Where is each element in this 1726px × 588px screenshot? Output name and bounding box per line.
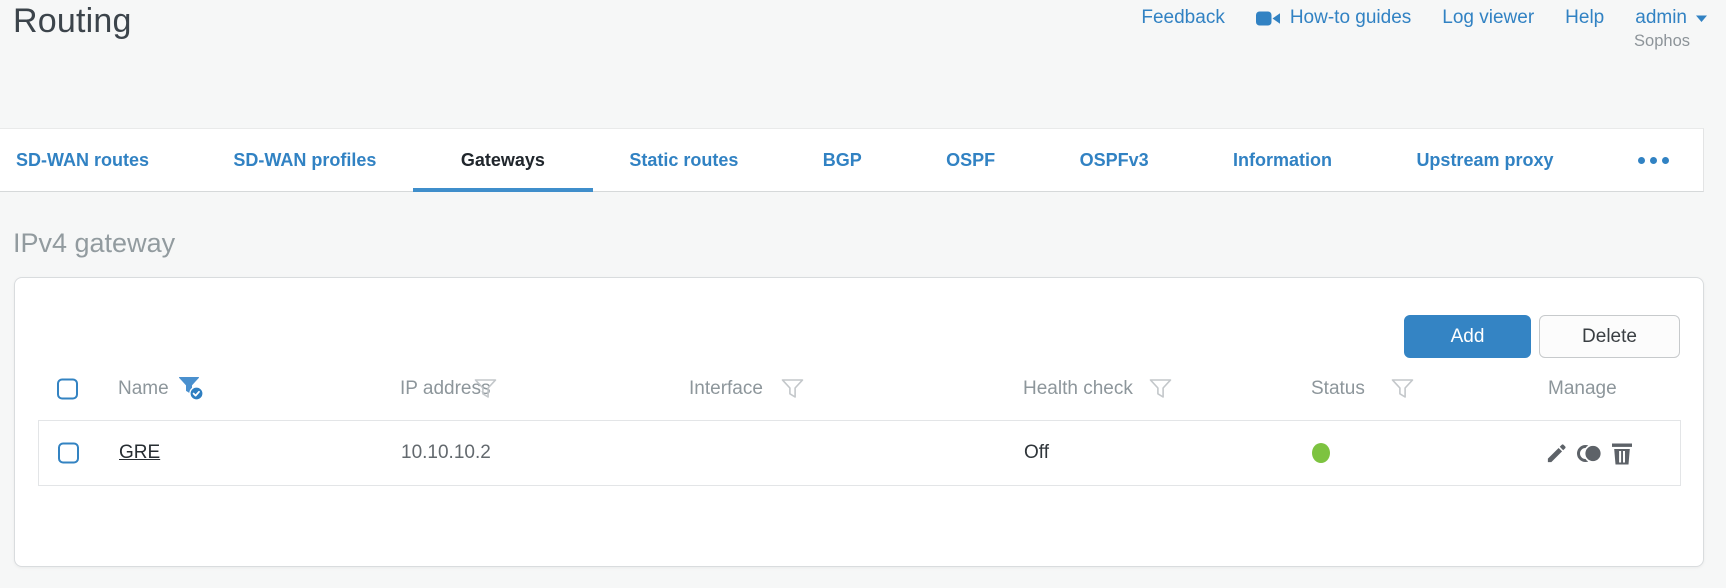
column-header-status: Status — [1311, 378, 1365, 399]
tab-sdwan-profiles[interactable]: SD-WAN profiles — [233, 129, 376, 191]
table-row: GRE 10.10.10.2 Off — [38, 420, 1681, 486]
clone-icon[interactable] — [1576, 442, 1603, 465]
delete-icon[interactable] — [1611, 441, 1633, 465]
row-checkbox[interactable] — [58, 442, 79, 464]
brand-label: Sophos — [1634, 32, 1690, 50]
howto-guides-label: How-to guides — [1289, 7, 1412, 28]
column-header-health-check: Health check — [1023, 378, 1133, 399]
feedback-link-label: Feedback — [1141, 7, 1225, 28]
select-all-checkbox[interactable] — [57, 378, 78, 400]
section-heading: IPv4 gateway — [13, 228, 176, 258]
tab-ospf[interactable]: OSPF — [946, 129, 995, 191]
admin-user-label: admin — [1635, 7, 1687, 28]
column-header-interface: Interface — [689, 378, 763, 399]
delete-button[interactable]: Delete — [1539, 315, 1680, 358]
column-header-manage: Manage — [1548, 378, 1617, 399]
filter-icon[interactable] — [781, 379, 805, 400]
column-header-name: Name — [118, 378, 169, 399]
more-tabs-button[interactable] — [1637, 129, 1669, 191]
gateway-ip-value: 10.10.10.2 — [401, 442, 491, 463]
gateway-name-link[interactable]: GRE — [119, 442, 160, 464]
tab-upstream-proxy[interactable]: Upstream proxy — [1416, 129, 1553, 191]
health-check-value: Off — [1024, 442, 1049, 463]
ipv4-gateway-card: Add Delete Name IP address Interface Hea… — [14, 277, 1704, 567]
help-link[interactable]: Help — [1565, 7, 1604, 29]
howto-guides-link[interactable]: How-to guides — [1255, 7, 1412, 29]
admin-user-menu[interactable]: admin — [1635, 7, 1708, 29]
filter-active-icon[interactable] — [178, 376, 206, 402]
filter-icon[interactable] — [474, 379, 498, 400]
chevron-down-icon — [1695, 14, 1708, 23]
page-title: Routing — [13, 2, 132, 40]
video-camera-icon — [1255, 10, 1281, 27]
tab-gateways[interactable]: Gateways — [412, 129, 594, 192]
top-navigation: Feedback How-to guides Log viewer Help a… — [1141, 7, 1708, 29]
filter-icon[interactable] — [1391, 379, 1415, 400]
tab-bar: SD-WAN routes SD-WAN profiles Gateways S… — [0, 128, 1704, 192]
log-viewer-link[interactable]: Log viewer — [1442, 7, 1534, 29]
filter-icon[interactable] — [1149, 379, 1173, 400]
tab-bgp[interactable]: BGP — [823, 129, 862, 191]
tab-sdwan-routes[interactable]: SD-WAN routes — [16, 129, 149, 191]
feedback-link[interactable]: Feedback — [1141, 7, 1224, 29]
tab-ospfv3[interactable]: OSPFv3 — [1080, 129, 1149, 191]
help-label: Help — [1565, 7, 1605, 28]
status-up-indicator — [1312, 443, 1330, 463]
table-header: Name IP address Interface Health check S… — [38, 358, 1681, 420]
edit-icon[interactable] — [1545, 442, 1568, 465]
tab-static-routes[interactable]: Static routes — [629, 129, 738, 191]
routing-page: Routing Feedback How-to guides Log viewe… — [0, 0, 1726, 588]
manage-actions — [1545, 441, 1633, 465]
add-button[interactable]: Add — [1404, 315, 1531, 358]
log-viewer-label: Log viewer — [1442, 7, 1535, 28]
tab-information[interactable]: Information — [1233, 129, 1332, 191]
